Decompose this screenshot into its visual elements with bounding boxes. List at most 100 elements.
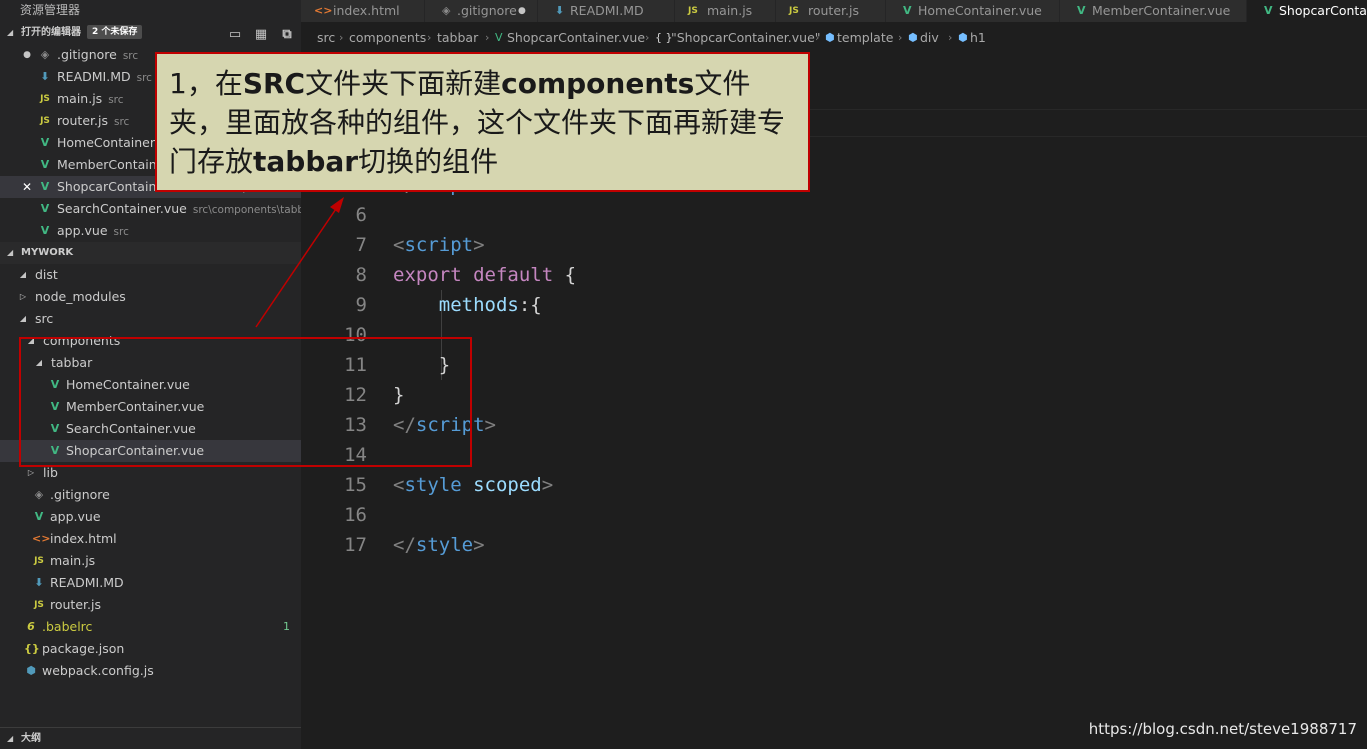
vue-icon: V bbox=[1077, 4, 1086, 17]
open-editor-name: main.js src bbox=[57, 88, 124, 111]
tab-readmi-md[interactable]: ⬇ READMI.MD bbox=[538, 0, 675, 22]
annotation-callout: 1，在SRC文件夹下面新建components文件夹，里面放各种的组件，这个文件… bbox=[155, 52, 810, 192]
tab-homecontainer-vue[interactable]: V HomeContainer.vue bbox=[886, 0, 1060, 22]
tab-router-js[interactable]: JS router.js bbox=[776, 0, 886, 22]
file-name: router.js bbox=[50, 597, 101, 612]
tab-shopcarcontainer-vue[interactable]: V ShopcarContainer.vue bbox=[1247, 0, 1367, 22]
webpack-icon: ⬢ bbox=[26, 664, 36, 677]
vue-icon: V bbox=[40, 202, 50, 215]
breadcrumb-item[interactable]: components bbox=[349, 27, 426, 49]
braces-icon: { } bbox=[655, 31, 673, 44]
file-item[interactable]: JS router.js bbox=[0, 594, 301, 616]
file-name: main.js bbox=[50, 553, 96, 568]
element-icon: ⬢ bbox=[825, 31, 835, 44]
code-token: script bbox=[404, 234, 474, 256]
tab-label: MemberContainer.vue bbox=[1092, 3, 1231, 18]
code-token: style bbox=[404, 474, 462, 496]
line-number: 6 bbox=[355, 204, 367, 226]
chevron-down-icon[interactable]: ◢ bbox=[18, 264, 28, 286]
file-item[interactable]: Vapp.vue bbox=[0, 506, 301, 528]
folder-name: node_modules bbox=[35, 289, 126, 304]
file-item[interactable]: {} package.json bbox=[0, 638, 301, 660]
chevron-down-icon[interactable]: ◢ bbox=[18, 308, 28, 330]
breadcrumb-item[interactable]: tabbar bbox=[437, 27, 478, 49]
file-item[interactable]: JS main.js bbox=[0, 550, 301, 572]
file-name: .babelrc bbox=[42, 619, 93, 634]
breadcrumb-item[interactable]: h1 bbox=[970, 27, 986, 49]
watermark: https://blog.csdn.net/steve1988717 bbox=[1088, 720, 1357, 738]
code-token: </ bbox=[393, 534, 416, 556]
file-item[interactable]: ⬢ webpack.config.js bbox=[0, 660, 301, 682]
open-editor-item[interactable]: Vapp.vue src bbox=[0, 220, 301, 242]
workspace-label: MYWORK bbox=[21, 247, 74, 258]
annotation-text: components bbox=[501, 67, 695, 100]
file-item[interactable]: ◈ .gitignore bbox=[0, 484, 301, 506]
open-editor-name: .gitignore src bbox=[57, 44, 138, 67]
collapse-chevron-icon: ◢ bbox=[7, 248, 14, 257]
file-name: router.js bbox=[57, 113, 108, 128]
editor-tabs: <> index.html ◈ .gitignore ● ⬇ READMI.MD JS main… bbox=[301, 0, 1367, 22]
tab-main-js[interactable]: JS main.js bbox=[675, 0, 776, 22]
open-editor-item[interactable]: V SearchContainer.vue src\components\tabba… bbox=[0, 198, 301, 220]
workspace-header[interactable]: ◢ MYWORK bbox=[0, 242, 301, 264]
tab-label: .gitignore bbox=[457, 3, 517, 18]
open-editor-name: app.vue src bbox=[57, 220, 129, 243]
breadcrumb-item[interactable]: div bbox=[920, 27, 939, 49]
code-line: export default { bbox=[393, 260, 576, 290]
unsaved-dot-icon[interactable]: ● bbox=[518, 0, 526, 22]
code-token: { bbox=[553, 264, 577, 286]
tab-gitignore[interactable]: ◈ .gitignore ● bbox=[425, 0, 538, 22]
code-token: scoped bbox=[473, 474, 542, 496]
outline-label: 大纲 bbox=[21, 733, 41, 744]
json-icon: {} bbox=[24, 642, 40, 655]
toggle-layout-icon[interactable]: ▭ bbox=[227, 27, 243, 43]
code-token: > bbox=[473, 534, 485, 556]
annotation-text: 切换的组件 bbox=[358, 145, 499, 178]
babel-icon: 6 bbox=[27, 620, 35, 633]
code-token: < bbox=[393, 234, 405, 256]
chevron-right-icon: › bbox=[645, 31, 650, 44]
chevron-right-icon: › bbox=[485, 31, 490, 44]
js-icon: JS bbox=[34, 556, 44, 566]
line-number: 7 bbox=[355, 234, 367, 256]
chevron-right-icon: › bbox=[948, 31, 953, 44]
breadcrumb-item[interactable]: src bbox=[317, 27, 335, 49]
breadcrumb-item[interactable]: template bbox=[837, 27, 893, 49]
file-path: src bbox=[113, 116, 130, 128]
annotation-text: SRC bbox=[242, 67, 306, 100]
code-token: :{ bbox=[518, 294, 542, 316]
outline-header[interactable]: ◢ 大纲 bbox=[0, 727, 301, 749]
breadcrumb-item[interactable]: "ShopcarContainer.vue" bbox=[671, 27, 821, 49]
git-icon: ◈ bbox=[40, 48, 50, 61]
annotation-text: tabbar bbox=[253, 145, 359, 178]
folder-item[interactable]: ▷ node_modules bbox=[0, 286, 301, 308]
html-icon: <> bbox=[314, 4, 333, 17]
file-path: src bbox=[108, 94, 124, 106]
tab-label: READMI.MD bbox=[570, 3, 644, 18]
vue-icon: V bbox=[40, 158, 50, 171]
vue-icon: V bbox=[40, 224, 50, 237]
vue-icon: V bbox=[1264, 4, 1273, 17]
chevron-right-icon[interactable]: ▷ bbox=[18, 286, 28, 308]
folder-item[interactable]: ◢ dist bbox=[0, 264, 301, 286]
close-all-icon[interactable]: ⧉ bbox=[279, 27, 295, 43]
folder-item[interactable]: ◢ src bbox=[0, 308, 301, 330]
breadcrumb-item[interactable]: ShopcarContainer.vue bbox=[507, 27, 645, 49]
line-number: 16 bbox=[344, 504, 367, 526]
file-item[interactable]: <> index.html bbox=[0, 528, 301, 550]
file-item[interactable]: ⬇ READMI.MD bbox=[0, 572, 301, 594]
file-item[interactable]: 6 .babelrc 1 bbox=[0, 616, 301, 638]
tab-membercontainer-vue[interactable]: V MemberContainer.vue bbox=[1060, 0, 1247, 22]
open-editors-header[interactable]: ◢ 打开的编辑器 2 个未保存 ▭ ▦ ⧉ bbox=[0, 22, 301, 44]
close-icon[interactable]: ✕ bbox=[20, 176, 34, 198]
tab-index-html[interactable]: <> index.html bbox=[301, 0, 425, 22]
element-icon: ⬢ bbox=[958, 31, 968, 44]
js-icon: JS bbox=[40, 94, 50, 104]
unsaved-dot-icon[interactable]: ● bbox=[20, 44, 34, 66]
save-all-icon[interactable]: ▦ bbox=[253, 27, 269, 43]
file-tree: ◢ dist ▷ node_modules ◢ src ◢ components ◢ tabbar… bbox=[0, 264, 301, 682]
file-name: package.json bbox=[42, 641, 125, 656]
file-path: src bbox=[136, 72, 152, 84]
